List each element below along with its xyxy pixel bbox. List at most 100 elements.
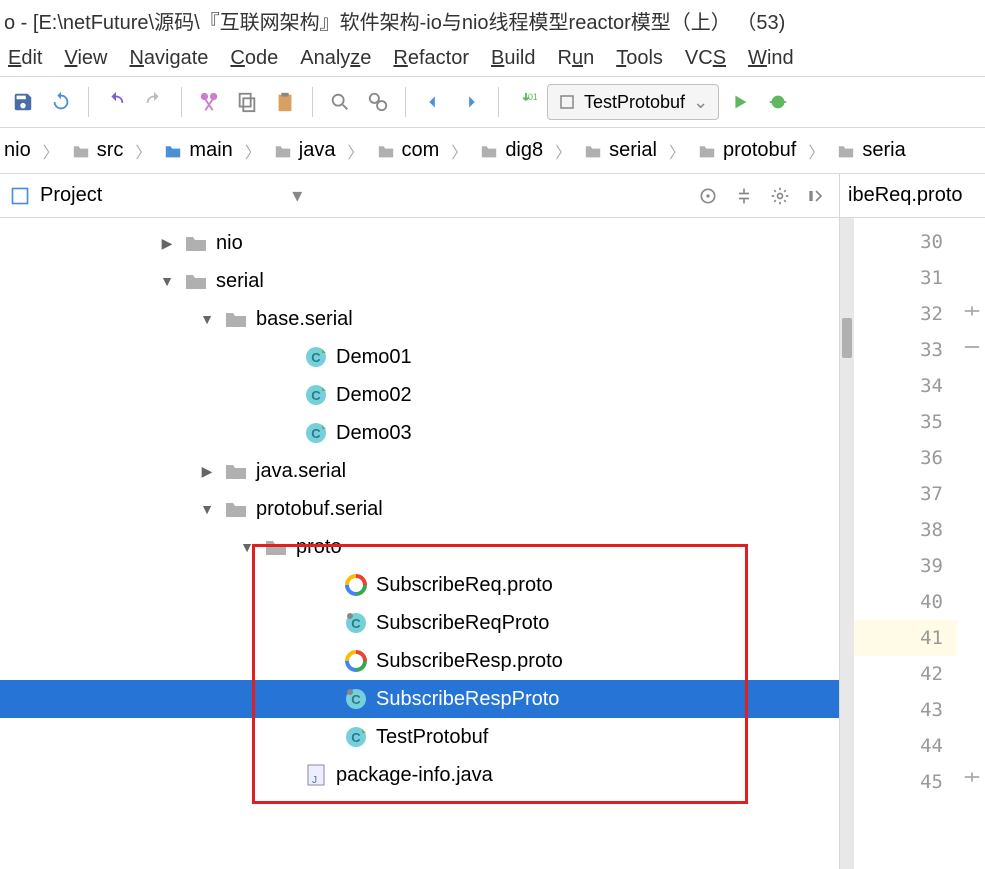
line-number[interactable]: 45 (854, 764, 957, 800)
build-icon[interactable]: 01 (509, 85, 543, 119)
project-icon (10, 186, 30, 206)
tree-node[interactable]: CDemo01 (0, 338, 839, 376)
tree-node[interactable]: SubscribeReq.proto (0, 566, 839, 604)
breadcrumb-item[interactable]: serial (579, 139, 693, 163)
scroll-thumb[interactable] (842, 318, 852, 358)
editor-panel: ibeReq.proto 303132333435363738394041424… (840, 174, 985, 869)
run-icon[interactable] (723, 85, 757, 119)
line-number[interactable]: 38 (854, 512, 957, 548)
marker-icon[interactable] (963, 304, 981, 318)
line-number[interactable]: 32 (854, 296, 957, 332)
save-icon[interactable] (6, 85, 40, 119)
breadcrumb-item[interactable]: seria (832, 139, 913, 162)
line-number[interactable]: 41 (854, 620, 957, 656)
editor-tab-label: ibeReq.proto (848, 184, 963, 207)
breadcrumb-item[interactable]: main (159, 139, 268, 163)
expand-icon[interactable]: ▼ (158, 273, 176, 289)
tree-node[interactable]: CSubscribeReqProto (0, 604, 839, 642)
tree-node-label: java.serial (256, 460, 346, 483)
menu-refactor[interactable]: Refactor (393, 47, 469, 70)
editor-tab[interactable]: ibeReq.proto (840, 174, 985, 218)
forward-icon[interactable] (454, 85, 488, 119)
line-number[interactable]: 31 (854, 260, 957, 296)
breadcrumb-item[interactable]: dig8 (475, 139, 579, 163)
breadcrumb-label: dig8 (505, 139, 543, 162)
breadcrumb: nio srcmainjavacom dig8 serialprotobufseria (0, 128, 985, 174)
target-icon[interactable] (695, 183, 721, 209)
toolbar: 01 TestProtobuf ⌄ (0, 76, 985, 128)
tree-node[interactable]: ▶nio (0, 224, 839, 262)
tree-node[interactable]: ▶ java.serial (0, 452, 839, 490)
line-number[interactable]: 36 (854, 440, 957, 476)
tree-node[interactable]: CTestProtobuf (0, 718, 839, 756)
panel-dropdown-icon[interactable]: ▾ (292, 183, 302, 208)
expand-icon[interactable]: ▼ (198, 501, 216, 517)
line-number[interactable]: 33 (854, 332, 957, 368)
breadcrumb-item[interactable]: src (67, 139, 160, 163)
tree-node[interactable]: Jpackage-info.java (0, 756, 839, 794)
paste-icon[interactable] (268, 85, 302, 119)
line-number[interactable]: 37 (854, 476, 957, 512)
cut-icon[interactable] (192, 85, 226, 119)
folder-icon (479, 143, 499, 159)
menu-tools[interactable]: Tools (616, 47, 663, 70)
breadcrumb-label: nio (4, 139, 31, 162)
expand-icon[interactable]: ▶ (198, 463, 216, 480)
copy-icon[interactable] (230, 85, 264, 119)
breadcrumb-item[interactable]: protobuf (693, 139, 832, 163)
redo-icon[interactable] (137, 85, 171, 119)
breadcrumb-item[interactable]: nio (0, 139, 67, 163)
folder-icon (71, 143, 91, 159)
sync-icon[interactable] (44, 85, 78, 119)
debug-icon[interactable] (761, 85, 795, 119)
expand-icon[interactable]: ▼ (238, 539, 256, 555)
tree-node[interactable]: CDemo03 (0, 414, 839, 452)
breadcrumb-item[interactable]: com (372, 139, 476, 163)
line-number[interactable]: 35 (854, 404, 957, 440)
breadcrumb-item[interactable]: java (269, 139, 372, 163)
line-number[interactable]: 43 (854, 692, 957, 728)
menu-view[interactable]: View (64, 47, 107, 70)
tree-node[interactable]: ▼serial (0, 262, 839, 300)
line-number[interactable]: 40 (854, 584, 957, 620)
marker-icon[interactable] (963, 340, 981, 354)
tree-node[interactable]: ▼base.serial (0, 300, 839, 338)
tree-node[interactable]: ▼ proto (0, 528, 839, 566)
menu-window[interactable]: Wind (748, 47, 794, 70)
line-number[interactable]: 39 (854, 548, 957, 584)
find-icon[interactable] (323, 85, 357, 119)
line-number[interactable]: 34 (854, 368, 957, 404)
tree-node[interactable]: SubscribeResp.proto (0, 642, 839, 680)
svg-text:C: C (311, 388, 321, 403)
undo-icon[interactable] (99, 85, 133, 119)
scrollbar[interactable] (840, 218, 854, 869)
marker-icon[interactable] (963, 770, 981, 784)
line-number[interactable]: 44 (854, 728, 957, 764)
tree-node[interactable]: CSubscribeRespProto (0, 680, 839, 718)
tree-node[interactable]: ▼protobuf.serial (0, 490, 839, 528)
back-icon[interactable] (416, 85, 450, 119)
menu-navigate[interactable]: Navigate (129, 47, 208, 70)
folder-icon (583, 143, 603, 159)
menu-code[interactable]: Code (230, 47, 278, 70)
project-tree[interactable]: ▶nio▼serial▼base.serialCDemo01CDemo02CDe… (0, 218, 839, 869)
menu-bar: Edit View Navigate Code Analyze Refactor… (0, 40, 985, 76)
tree-node[interactable]: CDemo02 (0, 376, 839, 414)
gear-icon[interactable] (767, 183, 793, 209)
run-config-dropdown[interactable]: TestProtobuf ⌄ (547, 84, 719, 120)
line-number[interactable]: 30 (854, 224, 957, 260)
menu-vcs[interactable]: VCS (685, 47, 726, 70)
project-panel: Project ▾ ▶nio▼serial▼base.serialCDemo01… (0, 174, 840, 869)
hide-icon[interactable] (803, 183, 829, 209)
collapse-icon[interactable] (731, 183, 757, 209)
tree-node-label: proto (296, 536, 342, 559)
expand-icon[interactable]: ▼ (198, 311, 216, 327)
menu-run[interactable]: Run (558, 47, 595, 70)
replace-icon[interactable] (361, 85, 395, 119)
tree-node-label: SubscribeReqProto (376, 612, 549, 635)
menu-edit[interactable]: Edit (8, 47, 42, 70)
expand-icon[interactable]: ▶ (158, 235, 176, 252)
menu-build[interactable]: Build (491, 47, 535, 70)
menu-analyze[interactable]: Analyze (300, 47, 371, 70)
line-number[interactable]: 42 (854, 656, 957, 692)
